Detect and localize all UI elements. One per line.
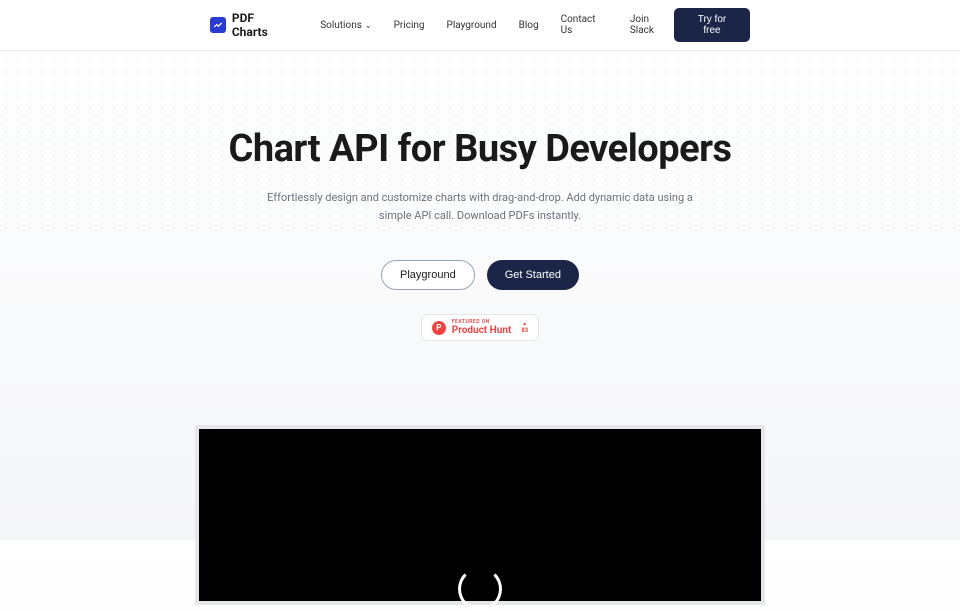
product-hunt-icon: P — [432, 321, 446, 335]
playground-button[interactable]: Playground — [381, 260, 475, 290]
hero: Chart API for Busy Developers Effortless… — [0, 51, 960, 605]
nav-solutions[interactable]: Solutions ⌄ — [320, 20, 371, 31]
ph-upvote-count: 83 — [521, 327, 528, 334]
brand-name: PDF Charts — [232, 11, 292, 39]
nav-slack[interactable]: Join Slack — [630, 14, 674, 36]
nav-label: Solutions — [320, 20, 362, 31]
header: PDF Charts Solutions ⌄ Pricing Playgroun… — [0, 0, 960, 51]
get-started-button[interactable]: Get Started — [487, 260, 579, 290]
video-player[interactable] — [195, 425, 765, 605]
ph-name: Product Hunt — [452, 325, 512, 336]
nav-playground[interactable]: Playground — [447, 20, 497, 31]
logo[interactable]: PDF Charts — [210, 11, 292, 39]
product-hunt-badge[interactable]: P FEATURED ON Product Hunt ▲ 83 — [421, 314, 539, 341]
chevron-down-icon: ⌄ — [365, 21, 372, 30]
nav-blog[interactable]: Blog — [519, 20, 539, 31]
product-hunt-text: FEATURED ON Product Hunt — [452, 319, 512, 336]
logo-icon — [210, 17, 226, 33]
nav-contact[interactable]: Contact Us — [561, 14, 608, 36]
nav-pricing[interactable]: Pricing — [394, 20, 425, 31]
hero-buttons: Playground Get Started — [0, 260, 960, 290]
loading-spinner-icon — [458, 567, 502, 611]
ph-upvotes: ▲ 83 — [521, 322, 528, 334]
hero-title: Chart API for Busy Developers — [0, 127, 960, 171]
nav: Solutions ⌄ Pricing Playground Blog Cont… — [320, 14, 674, 36]
hero-subtitle: Effortlessly design and customize charts… — [260, 189, 700, 224]
try-free-button[interactable]: Try for free — [674, 8, 750, 42]
